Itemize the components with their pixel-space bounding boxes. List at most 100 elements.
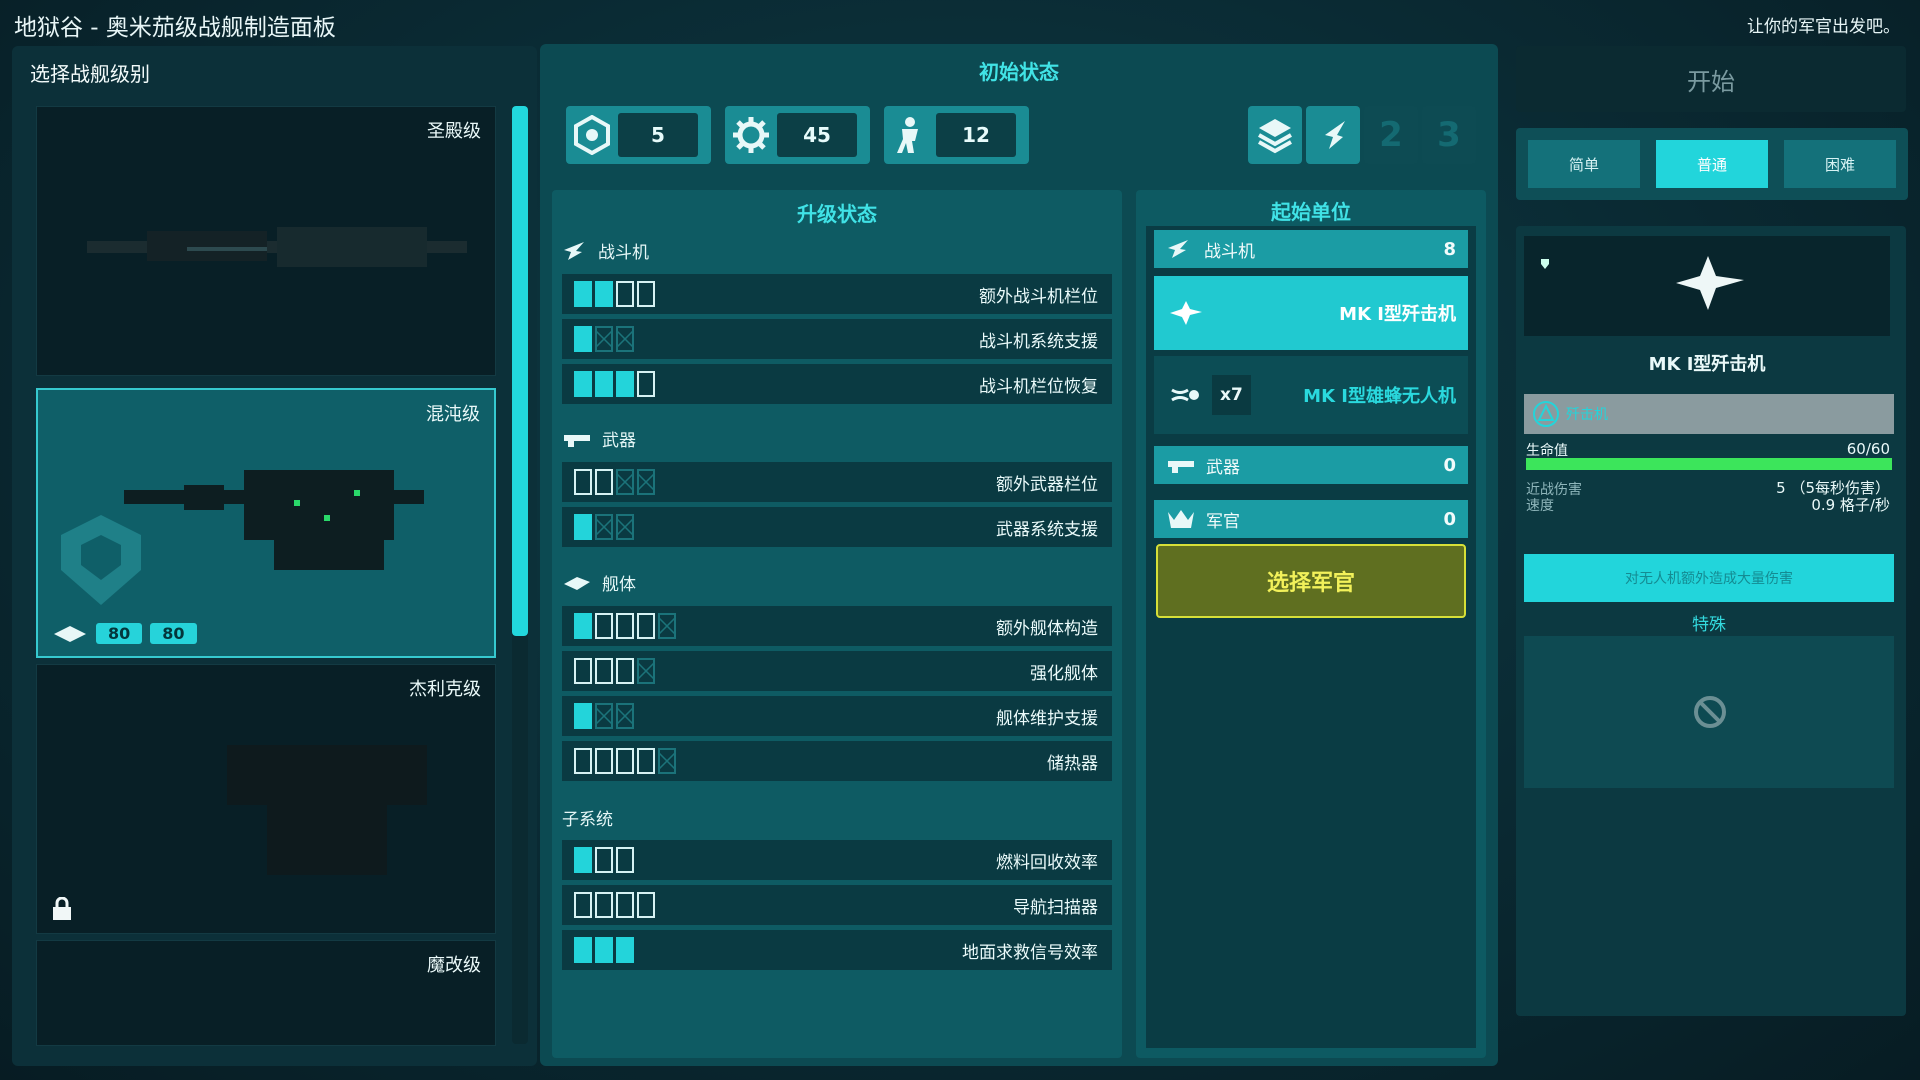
- difficulty-hard[interactable]: 困难: [1784, 140, 1896, 188]
- stat-drones: 5: [566, 106, 711, 164]
- category-label: 舰体: [602, 575, 636, 595]
- upgrade-row[interactable]: 额外武器栏位: [562, 462, 1112, 502]
- ship-card-sanctum[interactable]: 圣殿级: [36, 106, 496, 376]
- category-fighter: 战斗机: [562, 238, 649, 263]
- unit-label: 军官: [1206, 511, 1240, 532]
- unit-label: 战斗机: [1204, 241, 1255, 262]
- category-label: 武器: [602, 431, 636, 451]
- ship-class-title: 选择战舰级别: [30, 62, 150, 86]
- ship-card-modified[interactable]: 魔改级: [36, 940, 496, 1046]
- melee-value: 5 （5每秒伤害）: [1776, 479, 1890, 497]
- category-label: 子系统: [562, 810, 613, 830]
- upgrade-name: 储热器: [1047, 753, 1098, 774]
- slot-3-button[interactable]: 3: [1422, 106, 1476, 164]
- stat-parts: 45: [725, 106, 870, 164]
- ship-card-jelick[interactable]: 杰利克级: [36, 664, 496, 934]
- window-title: 地狱谷 - 奥米茄级战舰制造面板: [14, 15, 336, 41]
- upgrade-name: 额外舰体构造: [996, 618, 1098, 639]
- crew-count: 12: [936, 113, 1016, 157]
- upgrade-row[interactable]: 储热器: [562, 741, 1112, 781]
- layer-slot-button[interactable]: [1248, 106, 1302, 164]
- ship-name: 混沌级: [426, 404, 480, 425]
- fighter-icon: [564, 241, 584, 260]
- fighter-icon: [1168, 240, 1188, 258]
- slot-2-button[interactable]: 2: [1364, 106, 1418, 164]
- upgrade-row[interactable]: 额外战斗机栏位: [562, 274, 1112, 314]
- drone-count: x7: [1212, 375, 1251, 415]
- upgrade-name: 燃料回收效率: [996, 852, 1098, 873]
- upgrade-name: 强化舰体: [1030, 663, 1098, 684]
- upgrade-name: 地面求救信号效率: [962, 942, 1098, 963]
- class-icon: [1533, 401, 1559, 427]
- start-button[interactable]: 开始: [1516, 46, 1906, 112]
- upgrade-name: 额外战斗机栏位: [979, 286, 1098, 307]
- unit-detail-name: MK I型歼击机: [1648, 354, 1766, 375]
- interceptor-icon: [1676, 256, 1744, 310]
- none-icon: [1694, 696, 1726, 728]
- starting-units-title: 起始单位: [1271, 200, 1351, 224]
- upgrade-row[interactable]: 额外舰体构造: [562, 606, 1112, 646]
- officer-count-row: 军官 0: [1154, 500, 1468, 538]
- unit-card-interceptor[interactable]: MK I型歼击机: [1154, 276, 1468, 350]
- ship-stats: 80 80: [52, 623, 197, 644]
- category-weapon: 武器: [562, 426, 636, 451]
- officer-icon: [1168, 510, 1194, 528]
- parts-count: 45: [777, 113, 857, 157]
- ship-card-chaos[interactable]: 混沌级 80 80: [36, 388, 496, 658]
- upgrade-row[interactable]: 地面求救信号效率: [562, 930, 1112, 970]
- upgrade-row[interactable]: 武器系统支援: [562, 507, 1112, 547]
- unit-card-drone[interactable]: x7 MK I型雄蜂无人机: [1154, 356, 1468, 434]
- drone-parts-icon: [566, 109, 618, 161]
- slot-1-button[interactable]: [1306, 106, 1360, 164]
- difficulty-easy[interactable]: 简单: [1528, 140, 1640, 188]
- melee-label: 近战伤害: [1526, 482, 1582, 498]
- upgrade-row[interactable]: 战斗机系统支援: [562, 319, 1112, 359]
- select-officer-button[interactable]: 选择军官: [1156, 544, 1466, 618]
- unit-value: 0: [1443, 508, 1456, 530]
- upgrade-name: 舰体维护支援: [996, 708, 1098, 729]
- unit-value: 8: [1443, 238, 1456, 260]
- upgrade-row[interactable]: 燃料回收效率: [562, 840, 1112, 880]
- special-label: 特殊: [1692, 615, 1726, 635]
- weapon-count-row: 武器 0: [1154, 446, 1468, 484]
- ship-silhouette-icon: [124, 470, 424, 570]
- unit-name: MK I型歼击机: [1339, 304, 1456, 325]
- speed-value: 0.9 格子/秒: [1811, 496, 1890, 514]
- drone-icon: [1171, 388, 1199, 402]
- weapon-icon: [1168, 461, 1194, 473]
- upgrade-row[interactable]: 强化舰体: [562, 651, 1112, 691]
- speed-label: 速度: [1526, 498, 1554, 514]
- stat-crew: 12: [884, 106, 1029, 164]
- upgrade-name: 战斗机栏位恢复: [979, 376, 1098, 397]
- interceptor-icon: [1170, 301, 1202, 325]
- layers-icon: [1258, 119, 1292, 154]
- upgrade-name: 额外武器栏位: [996, 474, 1098, 495]
- ship-list-scroll-thumb[interactable]: [512, 106, 528, 636]
- category-label: 战斗机: [598, 243, 649, 263]
- upgrade-row[interactable]: 导航扫描器: [562, 885, 1112, 925]
- unit-preview: [1524, 236, 1890, 336]
- upgrade-row[interactable]: 战斗机栏位恢复: [562, 364, 1112, 404]
- difficulty-normal[interactable]: 普通: [1656, 140, 1768, 188]
- upgrade-title: 升级状态: [797, 202, 877, 226]
- shield-icon: [1541, 259, 1549, 269]
- category-subsystem: 子系统: [562, 805, 613, 830]
- armor-value: 80: [150, 623, 197, 644]
- upgrade-name: 战斗机系统支援: [979, 331, 1098, 352]
- melee-values: 5 （5每秒伤害） 0.9 格子/秒: [1680, 480, 1890, 514]
- special-box: [1524, 636, 1894, 788]
- fighter-count-row: 战斗机 8: [1154, 230, 1468, 268]
- hull-icon: [54, 625, 86, 642]
- upgrade-name: 武器系统支援: [996, 519, 1098, 540]
- ability-description: 对无人机额外造成大量伤害: [1524, 554, 1894, 602]
- hp-label: 生命值: [1526, 443, 1568, 459]
- hull-value: 80: [96, 623, 143, 644]
- gear-icon: [725, 109, 777, 161]
- ship-name: 魔改级: [427, 955, 481, 976]
- ship-name: 杰利克级: [409, 679, 481, 700]
- lock-icon: [53, 897, 71, 920]
- unit-label: 武器: [1206, 457, 1240, 478]
- upgrade-row[interactable]: 舰体维护支援: [562, 696, 1112, 736]
- drone-count: 5: [618, 113, 698, 157]
- unit-name: MK I型雄蜂无人机: [1303, 386, 1456, 407]
